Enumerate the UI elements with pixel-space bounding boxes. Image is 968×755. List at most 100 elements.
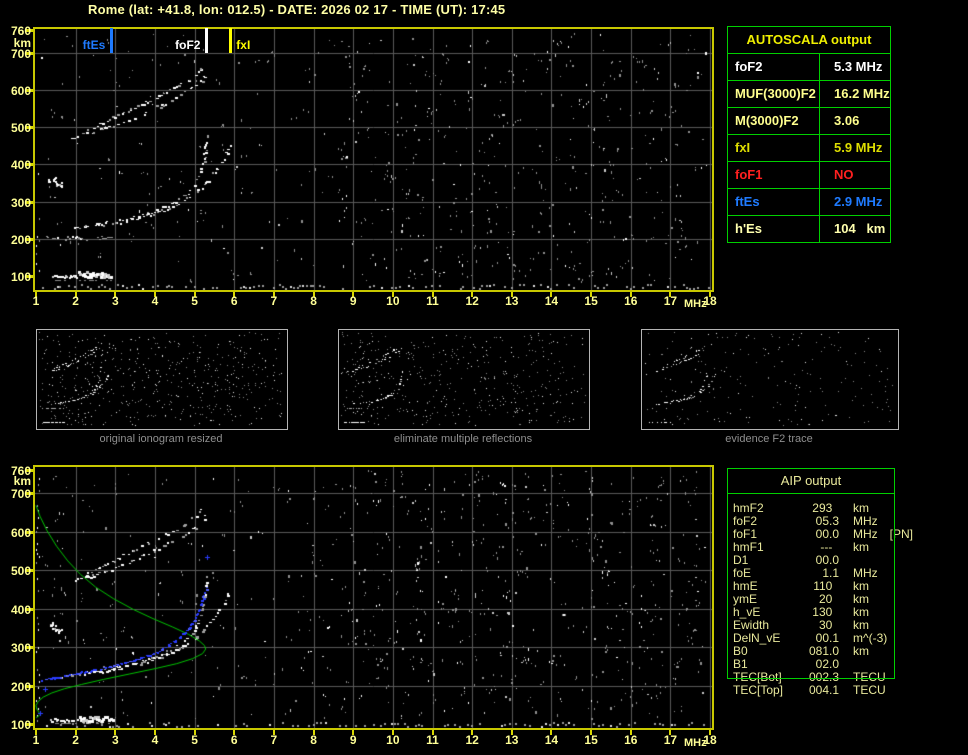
y-axis-tick-label: 700 — [10, 487, 31, 502]
autoscala-row-value: 2.9 MHz — [834, 194, 883, 209]
autoscala-row-value: 104 km — [834, 221, 886, 236]
fxi-marker-line — [229, 28, 232, 53]
autoscala-row-fof2: foF2 5.3 MHz — [728, 53, 890, 80]
aip-row-tectop: TEC[Top] 004.1 TECU — [733, 684, 895, 697]
y-axis-tick-label: 300 — [10, 641, 31, 656]
x-axis-unit-label: MHz — [684, 737, 707, 749]
autoscala-row-value: 16.2 MHz — [834, 86, 890, 101]
thumbnail-original-ionogram — [36, 329, 288, 430]
autoscala-row-m3000f2: M(3000)F2 3.06 — [728, 107, 890, 134]
x-axis-tick-label: 15 — [584, 294, 598, 308]
autoscala-row-fxi: fxI 5.9 MHz — [728, 134, 890, 161]
thumbnail-caption-evidence: evidence F2 trace — [725, 433, 813, 445]
aip-row-unit: TECU — [853, 683, 886, 697]
autoscala-row-value: NO — [834, 167, 854, 182]
ftes-marker-label: ftEs — [82, 38, 106, 52]
x-axis-tick-label: 4 — [151, 294, 159, 308]
bottom-profile-plot — [33, 465, 714, 730]
x-axis-tick-label: 4 — [151, 733, 159, 747]
x-axis-tick-label: 8 — [310, 733, 317, 747]
page-title: Rome (lat: +41.8, lon: 012.5) - DATE: 20… — [88, 2, 506, 17]
aip-table-title: AIP output — [727, 468, 895, 494]
x-axis-tick-label: 1 — [32, 294, 40, 308]
x-axis-tick-label: 12 — [465, 733, 479, 747]
x-axis-tick-label: 11 — [426, 294, 439, 308]
y-axis-tick-label: 500 — [10, 564, 31, 579]
aip-row-unit: km — [853, 644, 869, 658]
x-axis-tick-label: 17 — [663, 294, 678, 308]
x-axis-tick-label: 14 — [544, 294, 559, 308]
autoscala-row-label: foF1 — [728, 162, 820, 188]
thumbnail-eliminate-canvas — [339, 330, 587, 427]
thumbnail-original-canvas — [37, 330, 285, 427]
x-axis-tick-label: 6 — [230, 733, 238, 747]
autoscala-table-title: AUTOSCALA output — [746, 32, 872, 47]
autoscala-row-hes: h'Es 104 km — [728, 215, 890, 242]
autoscala-row-value: 5.9 MHz — [834, 140, 883, 155]
x-axis-tick-label: 9 — [349, 294, 357, 308]
x-axis-tick-label: 10 — [386, 733, 400, 747]
x-axis-tick-label: 14 — [544, 733, 559, 747]
x-axis-tick-label: 7 — [270, 294, 278, 308]
x-axis-tick-label: 3 — [111, 294, 119, 308]
autoscala-row-muf3000f2: MUF(3000)F2 16.2 MHz — [728, 80, 890, 107]
autoscala-row-fof1: foF1 NO — [728, 161, 890, 188]
y-axis-tick-label: 300 — [10, 195, 31, 210]
aip-row-value: 004.1 — [808, 683, 839, 697]
autoscala-row-value: 3.06 — [834, 113, 860, 128]
autoscala-screen: Rome (lat: +41.8, lon: 012.5) - DATE: 20… — [0, 0, 968, 755]
fof2-marker-line — [205, 28, 208, 53]
x-axis-tick-label: 16 — [624, 294, 638, 308]
top-ionogram-canvas — [35, 29, 712, 290]
x-axis-tick-label: 13 — [505, 733, 519, 747]
x-axis-tick-label: 12 — [465, 294, 479, 308]
aip-row-hme: hmE 110 km — [733, 580, 895, 593]
ftes-marker-line — [110, 28, 113, 53]
x-axis-tick-label: 8 — [310, 294, 317, 308]
aip-row-extra: [PN] — [889, 527, 914, 541]
x-axis-unit-label: MHz — [684, 298, 707, 310]
thumbnail-caption-original: original ionogram resized — [99, 433, 223, 445]
y-axis-tick-label: 100 — [10, 718, 31, 733]
aip-row-b0: B0 081.0 km — [733, 645, 895, 658]
x-axis-tick-label: 13 — [505, 294, 519, 308]
aip-table: AIP output hmF2 293 km foF2 05.3 MHz foF1 00.0… — [727, 468, 913, 697]
x-axis-tick-label: 17 — [663, 733, 678, 747]
x-axis-tick-label: 15 — [584, 733, 598, 747]
x-axis-tick-label: 2 — [72, 294, 79, 308]
x-axis-tick-label: 5 — [191, 733, 198, 747]
thumbnail-caption-eliminate: eliminate multiple reflections — [393, 433, 533, 445]
thumbnail-evidence-canvas — [642, 330, 896, 427]
bottom-profile-canvas — [35, 467, 712, 728]
aip-row-name: TEC[Top] — [733, 683, 784, 697]
x-axis-tick-label: 6 — [230, 294, 238, 308]
autoscala-row-label: fxI — [728, 135, 820, 161]
aip-row-hmf1: hmF1 --- km — [733, 541, 895, 554]
x-axis-tick-label: 2 — [72, 733, 79, 747]
y-axis-unit-label: km — [13, 36, 31, 50]
x-axis-tick-label: 9 — [349, 733, 357, 747]
autoscala-table-rows: foF2 5.3 MHz MUF(3000)F2 16.2 MHz M(3000)F2 3… — [728, 53, 890, 242]
fof2-marker-label: foF2 — [175, 38, 201, 52]
x-axis-tick-label: 16 — [624, 733, 638, 747]
autoscala-row-value: 5.3 MHz — [834, 59, 883, 74]
top-ionogram-plot — [33, 27, 714, 292]
y-axis-tick-label: 400 — [10, 158, 31, 173]
autoscala-row-label: h'Es — [728, 216, 820, 242]
autoscala-table: AUTOSCALA output foF2 5.3 MHz MUF(3000)F2 1… — [727, 26, 891, 243]
y-axis-unit-label: km — [13, 474, 31, 488]
x-axis-tick-label: 1 — [32, 733, 40, 747]
aip-table-rows: hmF2 293 km foF2 05.3 MHz foF1 00.0 MHz [PN] hmF1… — [727, 494, 913, 697]
autoscala-row-label: MUF(3000)F2 — [728, 81, 820, 107]
autoscala-row-label: M(3000)F2 — [728, 108, 820, 134]
y-axis-tick-label: 200 — [10, 232, 31, 247]
y-axis-tick-label: 500 — [10, 121, 31, 136]
x-axis-tick-label: 5 — [191, 294, 198, 308]
autoscala-row-ftes: ftEs 2.9 MHz — [728, 188, 890, 215]
thumbnail-evidence-f2 — [641, 329, 899, 430]
y-axis-tick-label: 200 — [10, 679, 31, 694]
fxi-marker-label: fxI — [236, 38, 251, 52]
y-axis-tick-label: 600 — [10, 525, 31, 540]
thumbnail-eliminate-reflections — [338, 329, 590, 430]
aip-row-unit: km — [853, 540, 869, 554]
